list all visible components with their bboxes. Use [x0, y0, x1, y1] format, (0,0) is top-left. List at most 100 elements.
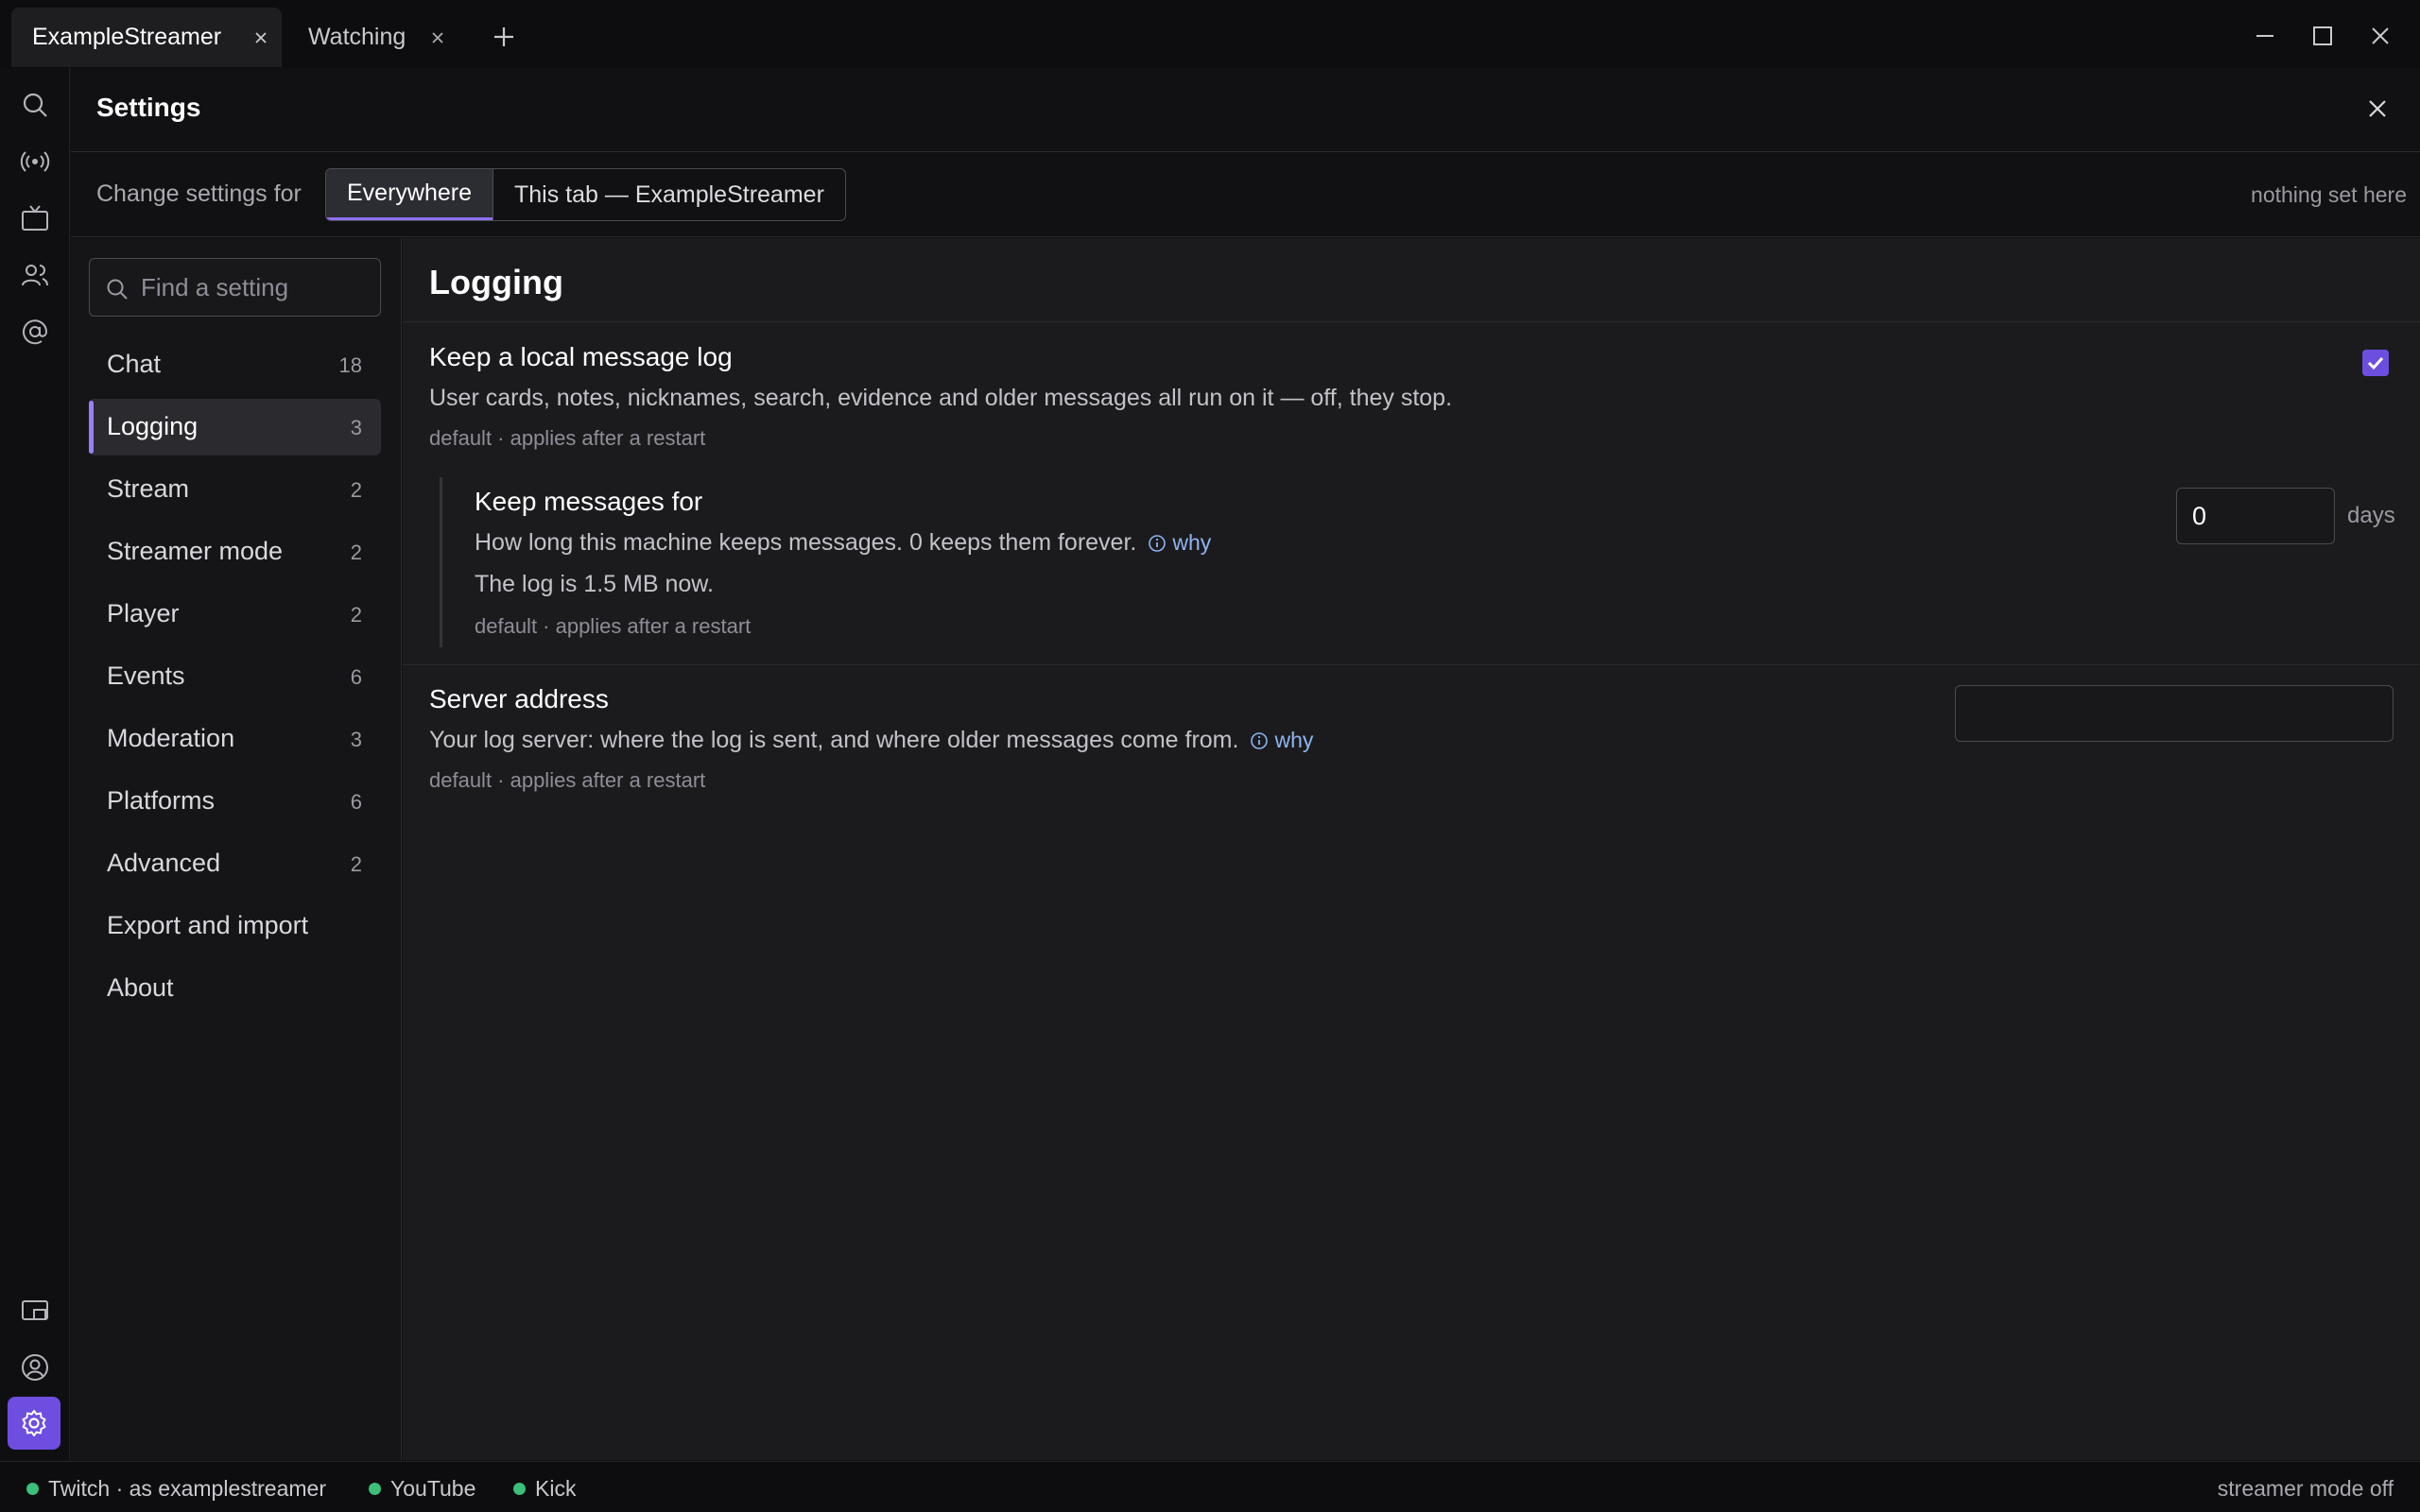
search-icon [23, 93, 47, 117]
local-log-checkbox[interactable] [2362, 350, 2389, 376]
settings-nav: Chat 18 Logging 3 Stream 2 Streamer mode… [71, 238, 402, 1460]
divider [403, 664, 2420, 665]
nav-item-label: Player [107, 599, 180, 627]
nav-item-label: Events [107, 662, 185, 690]
minimize-icon [2256, 35, 2273, 37]
nav-item-count: 3 [350, 416, 362, 439]
rail-popout-button[interactable] [17, 1293, 53, 1329]
status-youtube[interactable]: YouTube [369, 1476, 475, 1502]
status-label: YouTube [390, 1476, 476, 1501]
setting-meta-server: default · applies after a restart [429, 768, 706, 792]
why-link[interactable]: why [1148, 530, 1211, 556]
rail-live-button[interactable] [17, 144, 53, 180]
rail-mentions-button[interactable] [17, 314, 53, 350]
rail-settings-button[interactable] [8, 1397, 60, 1450]
rail-account-button[interactable] [17, 1349, 53, 1385]
nav-item-count: 2 [350, 852, 362, 876]
nav-item-count: 2 [350, 478, 362, 502]
setting-title-local-log: Keep a local message log [429, 342, 733, 371]
settings-header: Settings [71, 68, 2420, 152]
nav-item-platforms[interactable]: Platforms 6 [89, 773, 381, 830]
nav-item-count: 2 [350, 541, 362, 564]
streamer-mode-status[interactable]: streamer mode off [2218, 1476, 2394, 1502]
setting-desc-text: Your log server: where the log is sent, … [429, 727, 1239, 753]
nav-item-stream[interactable]: Stream 2 [89, 461, 381, 518]
setting-search-input[interactable] [141, 259, 377, 316]
scope-toggle: Everywhere This tab — ExampleStreamer [325, 168, 846, 221]
tab-examplestreamer[interactable]: ExampleStreamer [11, 8, 282, 67]
left-rail [0, 68, 70, 1460]
scope-this-tab-button[interactable]: This tab — ExampleStreamer [493, 169, 845, 220]
nav-item-export-import[interactable]: Export and import [89, 898, 381, 954]
nav-item-label: Logging [107, 412, 199, 440]
nav-item-about[interactable]: About [89, 960, 381, 1017]
setting-desc-retention: How long this machine keeps messages. 0 … [475, 529, 1211, 557]
settings-close-button[interactable] [2363, 94, 2392, 123]
server-address-input[interactable] [1955, 685, 2394, 742]
maximize-button[interactable] [2309, 23, 2336, 49]
tab-label: Watching [308, 24, 406, 50]
close-icon [2372, 27, 2389, 44]
online-dot-icon [513, 1483, 526, 1495]
status-twitch[interactable]: Twitch · as examplestreamer [26, 1476, 326, 1502]
popout-icon [22, 1300, 48, 1320]
retention-days-input[interactable] [2176, 488, 2335, 544]
scope-note: nothing set here [2251, 182, 2407, 207]
settings-title: Settings [96, 93, 201, 122]
nav-item-advanced[interactable]: Advanced 2 [89, 835, 381, 892]
nav-item-label: Advanced [107, 849, 221, 877]
nav-item-count: 3 [350, 728, 362, 751]
nav-item-label: About [107, 973, 174, 1002]
divider [403, 321, 2420, 322]
scope-label: Change settings for [96, 180, 302, 207]
title-bar: ExampleStreamer Watching [0, 0, 2420, 68]
nav-item-moderation[interactable]: Moderation 3 [89, 711, 381, 767]
setting-title-server: Server address [429, 684, 609, 713]
maximize-icon [2313, 26, 2332, 45]
account-icon [22, 1354, 48, 1381]
nav-item-count: 6 [350, 790, 362, 814]
tab-watching[interactable]: Watching [284, 8, 463, 67]
log-size-note: The log is 1.5 MB now. [475, 571, 714, 597]
rail-watch-button[interactable] [17, 200, 53, 236]
setting-meta-retention: default · applies after a restart [475, 614, 752, 638]
status-label: Twitch · as examplestreamer [48, 1476, 326, 1501]
setting-meta-local-log: default · applies after a restart [429, 426, 706, 450]
setting-title-retention: Keep messages for [475, 487, 703, 516]
nav-item-logging[interactable]: Logging 3 [89, 399, 381, 455]
tab-label: ExampleStreamer [32, 24, 222, 50]
why-label: why [1172, 530, 1212, 555]
plus-icon [494, 27, 513, 46]
nav-item-player[interactable]: Player 2 [89, 586, 381, 643]
window-close-button[interactable] [2367, 23, 2394, 49]
nav-item-streamer-mode[interactable]: Streamer mode 2 [89, 524, 381, 580]
nav-item-events[interactable]: Events 6 [89, 648, 381, 705]
rail-users-button[interactable] [17, 257, 53, 293]
section-title: Logging [429, 263, 563, 301]
nav-item-label: Moderation [107, 724, 235, 752]
nav-item-label: Export and import [107, 911, 309, 939]
status-kick[interactable]: Kick [513, 1476, 576, 1502]
nav-item-chat[interactable]: Chat 18 [89, 336, 381, 393]
new-tab-button[interactable] [490, 23, 518, 51]
nested-indent-bar [440, 477, 442, 647]
search-icon [107, 279, 128, 300]
users-icon [22, 265, 48, 286]
info-icon [1251, 731, 1269, 749]
scope-everywhere-button[interactable]: Everywhere [326, 169, 493, 220]
nav-item-label: Stream [107, 474, 190, 503]
rail-search-button[interactable] [17, 87, 53, 123]
nav-item-label: Chat [107, 350, 162, 378]
why-label: why [1274, 728, 1314, 752]
at-sign-icon [23, 319, 48, 345]
minimize-button[interactable] [2252, 23, 2278, 49]
settings-icon [22, 1410, 46, 1436]
tab-close-icon[interactable] [429, 29, 446, 46]
nav-item-label: Streamer mode [107, 537, 284, 565]
setting-search [89, 258, 381, 317]
settings-content: Logging Keep a local message log User ca… [403, 238, 2420, 1460]
why-link[interactable]: why [1250, 728, 1313, 753]
tab-close-icon[interactable] [252, 29, 269, 46]
setting-desc-server: Your log server: where the log is sent, … [429, 727, 1313, 754]
close-icon [2369, 100, 2386, 117]
